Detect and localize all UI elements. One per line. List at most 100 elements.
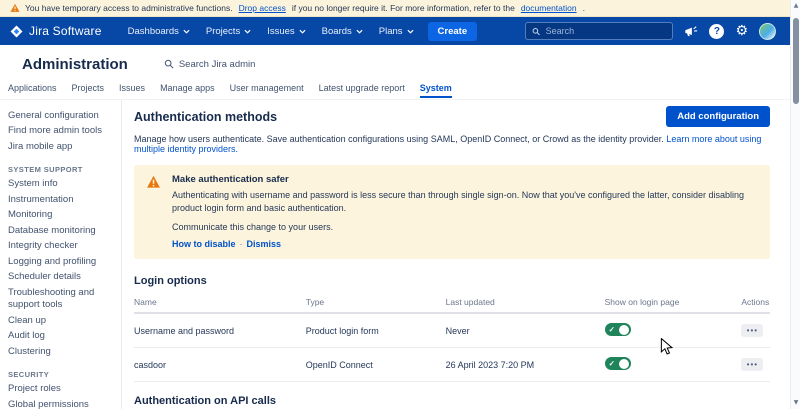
tab-latest-upgrade-report[interactable]: Latest upgrade report (319, 83, 405, 98)
jira-logo[interactable]: Jira Software (10, 24, 102, 38)
chevron-down-icon (356, 29, 363, 34)
app-navbar: Jira Software Dashboards Projects Issues… (0, 17, 800, 45)
col-show-on-login-page: Show on login page (605, 294, 742, 312)
warning-body: Authenticating with username and passwor… (172, 189, 756, 215)
col-last-updated: Last updated (446, 294, 605, 312)
settings-gear-icon[interactable]: ⚙ (735, 24, 748, 38)
sidebar-item-audit-log[interactable]: Audit log (8, 329, 115, 345)
jira-admin-page: You have temporary access to administrat… (0, 0, 800, 409)
sidebar-item-monitoring[interactable]: Monitoring (8, 208, 115, 224)
user-avatar[interactable] (759, 23, 776, 40)
jira-logo-icon (10, 25, 23, 38)
row-actions-button[interactable]: ••• (741, 358, 763, 371)
nav-projects[interactable]: Projects (206, 26, 251, 37)
login-options-heading: Login options (134, 275, 770, 287)
sidebar-item-jira-mobile-app[interactable]: Jira mobile app (8, 139, 115, 155)
table-row: casdoor OpenID Connect 26 April 2023 7:2… (134, 348, 770, 382)
intro-paragraph: Manage how users authenticate. Save auth… (134, 134, 770, 154)
row-type: Product login form (306, 317, 446, 345)
sidebar-item-database-monitoring[interactable]: Database monitoring (8, 223, 115, 239)
admin-search-label: Search Jira admin (179, 59, 256, 70)
sidebar-item-project-roles[interactable]: Project roles (8, 382, 115, 398)
brand-name: Jira Software (29, 24, 102, 38)
scroll-down-arrow-icon[interactable]: ▼ (791, 397, 800, 409)
feedback-megaphone-icon[interactable] (684, 25, 698, 38)
tab-issues[interactable]: Issues (119, 83, 145, 98)
tab-manage-apps[interactable]: Manage apps (160, 83, 215, 98)
documentation-link[interactable]: documentation (521, 3, 577, 13)
help-icon[interactable]: ? (709, 24, 724, 39)
how-to-disable-link[interactable]: How to disable (172, 239, 236, 249)
chevron-down-icon (183, 29, 190, 34)
warning-content: Make authentication safer Authenticating… (172, 174, 756, 249)
sidebar-item-scheduler-details[interactable]: Scheduler details (8, 270, 115, 286)
nav-boards[interactable]: Boards (322, 26, 363, 37)
tab-user-management[interactable]: User management (230, 83, 304, 98)
add-configuration-button[interactable]: Add configuration (666, 106, 770, 127)
sidebar-section-security: SECURITY (8, 370, 115, 379)
admin-header: Administration Search Jira admin (0, 45, 790, 83)
row-last-updated: Never (446, 317, 605, 345)
tab-system[interactable]: System (420, 83, 452, 98)
warning-icon (146, 175, 161, 189)
system-sidebar: General configuration Find more admin to… (0, 100, 122, 409)
create-button[interactable]: Create (428, 22, 478, 41)
auth-methods-panel: Authentication methods Add configuration… (122, 100, 790, 409)
chevron-down-icon (299, 29, 306, 34)
show-on-login-toggle[interactable]: ✓ (605, 323, 631, 336)
admin-tabs: Applications Projects Issues Manage apps… (0, 81, 790, 100)
page-title: Administration (22, 56, 128, 73)
col-type: Type (306, 294, 446, 312)
tab-projects[interactable]: Projects (72, 83, 105, 98)
sidebar-item-clean-up[interactable]: Clean up (8, 313, 115, 329)
show-on-login-toggle[interactable]: ✓ (605, 357, 631, 370)
row-actions-button[interactable]: ••• (741, 324, 763, 337)
global-search-input[interactable] (546, 26, 667, 36)
sidebar-item-logging-and-profiling[interactable]: Logging and profiling (8, 254, 115, 270)
admin-search[interactable]: Search Jira admin (164, 59, 256, 70)
dismiss-link[interactable]: Dismiss (247, 239, 282, 249)
row-name: Username and password (134, 317, 306, 345)
vertical-scrollbar[interactable]: ▲ ▼ (790, 0, 800, 409)
chevron-down-icon (244, 29, 251, 34)
drop-access-link[interactable]: Drop access (239, 3, 286, 13)
sidebar-item-general-configuration[interactable]: General configuration (8, 108, 115, 124)
nav-issues[interactable]: Issues (267, 26, 305, 37)
content-area: General configuration Find more admin to… (0, 100, 790, 409)
sidebar-item-instrumentation[interactable]: Instrumentation (8, 192, 115, 208)
table-row: Username and password Product login form… (134, 314, 770, 348)
row-type: OpenID Connect (306, 351, 446, 379)
col-actions: Actions (741, 294, 770, 312)
sidebar-item-troubleshooting[interactable]: Troubleshooting and support tools (8, 285, 115, 313)
sidebar-item-integrity-checker[interactable]: Integrity checker (8, 239, 115, 255)
toggle-knob (619, 359, 629, 369)
nav-plans[interactable]: Plans (379, 26, 414, 37)
scrollbar-thumb[interactable] (793, 18, 799, 104)
auth-methods-header: Authentication methods Add configuration (134, 106, 770, 127)
login-options-table: Name Type Last updated Show on login pag… (134, 294, 770, 382)
navbar-right: ? ⚙ (525, 22, 790, 40)
warning-title: Make authentication safer (172, 174, 756, 185)
sidebar-item-find-more-admin-tools[interactable]: Find more admin tools (8, 124, 115, 140)
section-title: Authentication methods (134, 110, 277, 124)
row-last-updated: 26 April 2023 7:20 PM (446, 351, 605, 379)
banner-text: You have temporary access to administrat… (25, 3, 233, 13)
scroll-up-arrow-icon[interactable]: ▲ (791, 0, 800, 12)
chevron-down-icon (407, 29, 414, 34)
banner-text-mid: if you no longer require it. For more in… (292, 3, 515, 13)
search-icon (164, 59, 174, 69)
global-search[interactable] (525, 22, 673, 40)
nav-dashboards[interactable]: Dashboards (128, 26, 190, 37)
warning-icon (10, 3, 20, 13)
make-auth-safer-warning: Make authentication safer Authenticating… (134, 165, 770, 259)
tab-applications[interactable]: Applications (8, 83, 57, 98)
api-calls-heading: Authentication on API calls (134, 395, 770, 407)
col-name: Name (134, 294, 306, 312)
admin-access-banner: You have temporary access to administrat… (0, 0, 800, 17)
sidebar-item-global-permissions[interactable]: Global permissions (8, 397, 115, 409)
intro-text: Manage how users authenticate. Save auth… (134, 134, 664, 144)
row-name: casdoor (134, 351, 306, 379)
sidebar-item-system-info[interactable]: System info (8, 177, 115, 193)
banner-period: . (583, 3, 585, 13)
sidebar-item-clustering[interactable]: Clustering (8, 344, 115, 360)
